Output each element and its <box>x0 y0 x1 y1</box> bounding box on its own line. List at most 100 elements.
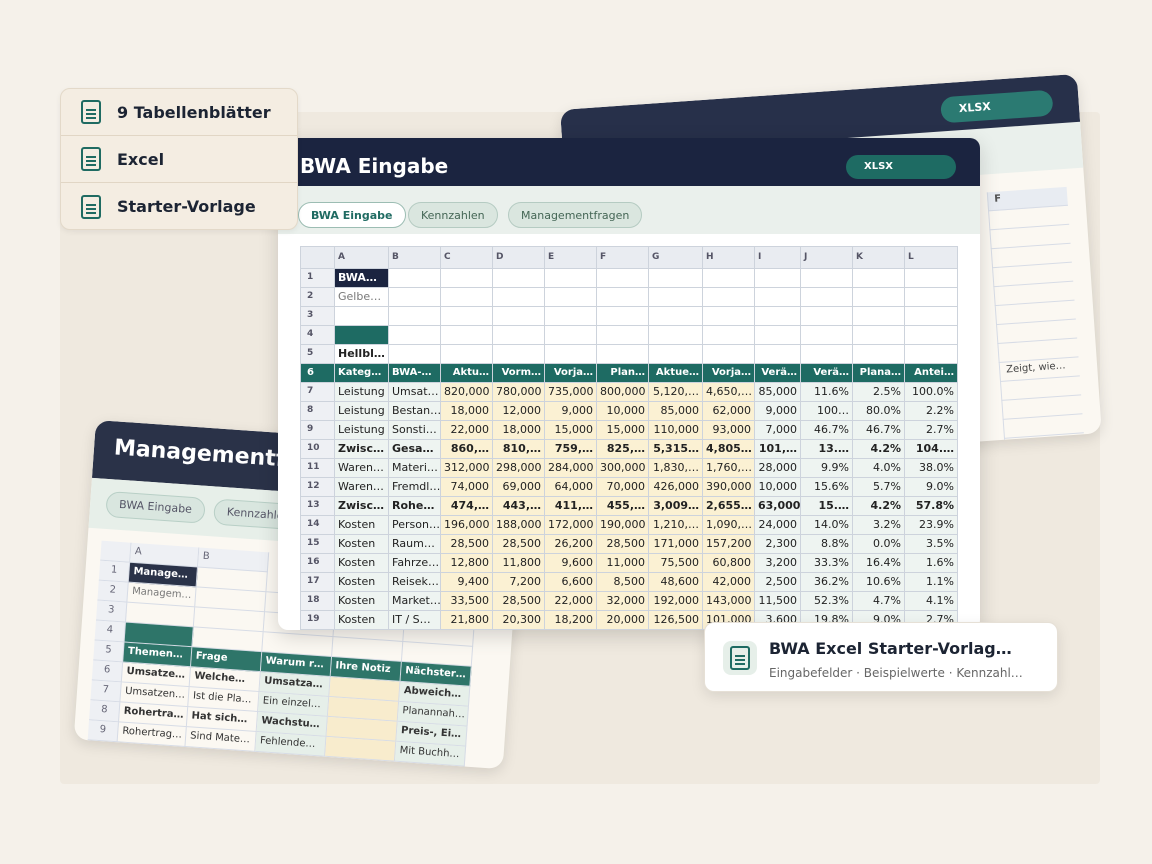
table-cell[interactable]: 20,000 <box>597 611 649 630</box>
table-cell[interactable] <box>545 326 597 345</box>
row-number[interactable]: 17 <box>301 573 335 592</box>
table-cell[interactable]: Verä… <box>755 364 801 383</box>
table-cell[interactable]: 1,760,… <box>703 459 755 478</box>
table-cell[interactable] <box>335 307 389 326</box>
row-number[interactable]: 15 <box>301 535 335 554</box>
table-cell[interactable] <box>853 326 905 345</box>
table-cell[interactable] <box>545 307 597 326</box>
table-cell[interactable]: BWA-… <box>389 364 441 383</box>
table-cell[interactable]: 5.7% <box>853 478 905 497</box>
table-cell[interactable] <box>389 326 441 345</box>
table-cell[interactable]: Kosten <box>335 573 389 592</box>
table-cell[interactable]: 110,000 <box>649 421 703 440</box>
table-cell[interactable] <box>703 269 755 288</box>
table-cell[interactable]: 74,000 <box>441 478 493 497</box>
table-cell[interactable]: Vorm… <box>493 364 545 383</box>
table-cell[interactable]: 4.2% <box>853 497 905 516</box>
table-cell[interactable]: 28,500 <box>441 535 493 554</box>
table-cell[interactable] <box>703 307 755 326</box>
table-cell[interactable]: 26,200 <box>545 535 597 554</box>
table-cell[interactable]: 2,655… <box>703 497 755 516</box>
table-cell[interactable]: 69,000 <box>493 478 545 497</box>
table-cell[interactable]: 15.6% <box>801 478 853 497</box>
table-cell[interactable] <box>493 326 545 345</box>
table-cell[interactable]: 32,000 <box>597 592 649 611</box>
table-cell[interactable]: 15,000 <box>545 421 597 440</box>
table-cell[interactable]: 2.2% <box>905 402 958 421</box>
table-cell[interactable]: 60,800 <box>703 554 755 573</box>
table-cell[interactable]: Aktue… <box>649 364 703 383</box>
table-cell[interactable] <box>597 326 649 345</box>
table-cell[interactable]: 11,800 <box>493 554 545 573</box>
table-cell[interactable]: 33.3% <box>801 554 853 573</box>
table-cell[interactable]: 70,000 <box>597 478 649 497</box>
tab-kennzahlen[interactable]: Kennzahlen <box>408 202 498 228</box>
table-cell[interactable]: 284,000 <box>545 459 597 478</box>
table-cell[interactable] <box>545 269 597 288</box>
table-cell[interactable]: 759,… <box>545 440 597 459</box>
table-cell[interactable]: Raum… <box>389 535 441 554</box>
table-cell[interactable]: 13.… <box>801 440 853 459</box>
column-header-c[interactable]: C <box>441 247 493 269</box>
table-cell[interactable]: Hellbl… <box>335 345 389 364</box>
table-cell[interactable]: 3.2% <box>853 516 905 535</box>
row-number[interactable]: 1 <box>301 269 335 288</box>
row-number[interactable]: 19 <box>301 611 335 630</box>
table-cell[interactable]: 57.8% <box>905 497 958 516</box>
table-cell[interactable] <box>649 307 703 326</box>
table-cell[interactable]: 18,200 <box>545 611 597 630</box>
column-header-g[interactable]: G <box>649 247 703 269</box>
table-cell[interactable]: Leistung <box>335 383 389 402</box>
row-number[interactable]: 14 <box>301 516 335 535</box>
table-cell[interactable]: 10,000 <box>755 478 801 497</box>
table-cell[interactable] <box>755 288 801 307</box>
table-cell[interactable]: 48,600 <box>649 573 703 592</box>
table-cell[interactable]: 52.3% <box>801 592 853 611</box>
table-cell[interactable]: 7,200 <box>493 573 545 592</box>
table-cell[interactable] <box>703 345 755 364</box>
table-cell[interactable]: 10.6% <box>853 573 905 592</box>
table-cell[interactable] <box>441 326 493 345</box>
table-cell[interactable] <box>597 288 649 307</box>
table-cell[interactable]: 93,000 <box>703 421 755 440</box>
table-cell[interactable]: 1.1% <box>905 573 958 592</box>
table-cell[interactable]: Fahrze… <box>389 554 441 573</box>
table-cell[interactable] <box>441 345 493 364</box>
table-cell[interactable]: 143,000 <box>703 592 755 611</box>
table-cell[interactable] <box>905 307 958 326</box>
table-cell[interactable]: 6,600 <box>545 573 597 592</box>
row-number[interactable]: 16 <box>301 554 335 573</box>
table-cell[interactable]: Antei… <box>905 364 958 383</box>
table-cell[interactable]: 4.1% <box>905 592 958 611</box>
table-cell[interactable] <box>801 288 853 307</box>
table-cell[interactable]: 3.5% <box>905 535 958 554</box>
table-cell[interactable]: BWA… <box>335 269 389 288</box>
table-cell[interactable]: 411,… <box>545 497 597 516</box>
table-cell[interactable] <box>853 288 905 307</box>
table-cell[interactable]: 18,000 <box>441 402 493 421</box>
table-cell[interactable] <box>649 326 703 345</box>
table-cell[interactable]: 33,500 <box>441 592 493 611</box>
table-cell[interactable]: 1.6% <box>905 554 958 573</box>
table-cell[interactable] <box>649 269 703 288</box>
template-info-card[interactable]: BWA Excel Starter-Vorlag… Eingabefelder … <box>704 622 1058 692</box>
spreadsheet-grid[interactable]: A B C D E F G H I J K L 1 BWA… 2 Gelbe… 3 4 5 Hellbl… 6 Kateg… <box>300 246 958 630</box>
row-number[interactable]: 3 <box>301 307 335 326</box>
table-cell[interactable]: 800,000 <box>597 383 649 402</box>
table-cell[interactable]: 100.0% <box>905 383 958 402</box>
table-cell[interactable] <box>545 288 597 307</box>
table-cell[interactable]: 5,120,… <box>649 383 703 402</box>
table-cell[interactable]: 820,000 <box>441 383 493 402</box>
table-cell[interactable]: 126,500 <box>649 611 703 630</box>
table-cell[interactable]: 4.7% <box>853 592 905 611</box>
table-cell[interactable]: 10,000 <box>597 402 649 421</box>
row-number[interactable]: 5 <box>301 345 335 364</box>
table-cell[interactable]: Leistung <box>335 402 389 421</box>
table-cell[interactable]: 12,000 <box>493 402 545 421</box>
table-cell[interactable]: Plan… <box>597 364 649 383</box>
table-cell[interactable] <box>703 288 755 307</box>
table-cell[interactable]: 312,000 <box>441 459 493 478</box>
table-cell[interactable]: 810,… <box>493 440 545 459</box>
column-header-h[interactable]: H <box>703 247 755 269</box>
table-cell[interactable] <box>441 307 493 326</box>
